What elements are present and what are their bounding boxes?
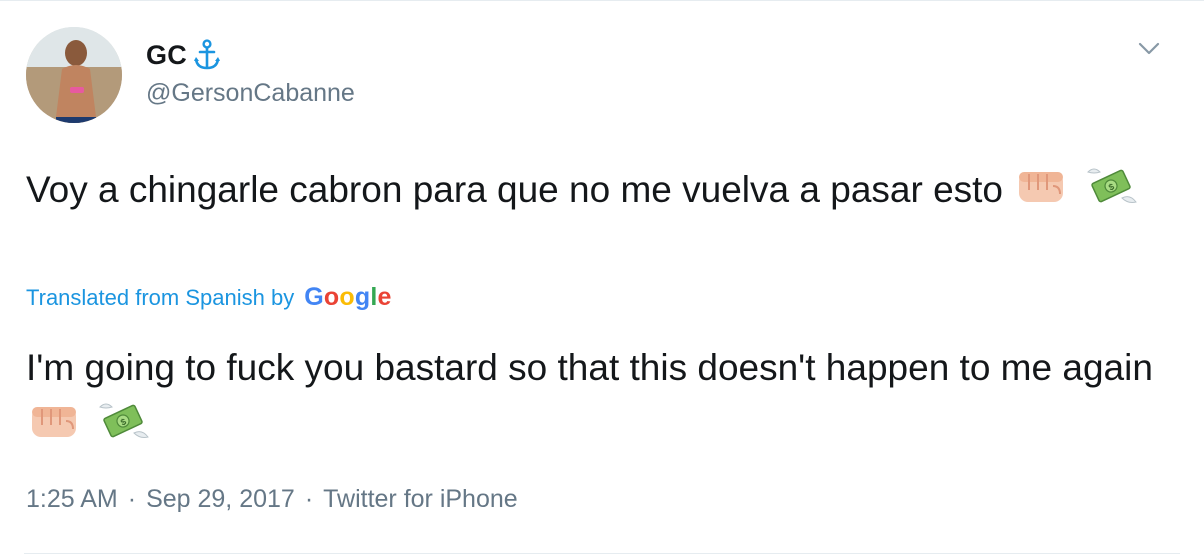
tweet-text: Voy a chingarle cabron para que no me vu… — [26, 161, 1146, 218]
tweet-time[interactable]: 1:25 AM — [26, 485, 118, 514]
display-name[interactable]: GC — [146, 40, 187, 71]
translated-text: I'm going to fuck you bastard so that th… — [26, 339, 1186, 453]
anchor-icon — [193, 39, 221, 71]
translated-body: I'm going to fuck you bastard so that th… — [26, 347, 1153, 388]
tweet-meta: 1:25 AM · Sep 29, 2017 · Twitter for iPh… — [26, 485, 518, 514]
user-name-row[interactable]: GC — [146, 39, 221, 71]
meta-separator: · — [304, 485, 314, 513]
fist-icon — [1013, 164, 1071, 208]
divider — [24, 553, 1180, 554]
tweet-source[interactable]: Twitter for iPhone — [323, 485, 518, 514]
chevron-down-icon[interactable] — [1138, 41, 1160, 57]
tweet-body: Voy a chingarle cabron para que no me vu… — [26, 169, 1004, 210]
avatar[interactable] — [26, 27, 122, 123]
tweet-date[interactable]: Sep 29, 2017 — [146, 485, 295, 514]
translation-label[interactable]: Translated from Spanish by — [26, 285, 294, 311]
user-handle[interactable]: @GersonCabanne — [146, 79, 355, 108]
flying-money-icon: $ — [1082, 164, 1140, 208]
fist-icon — [26, 399, 84, 443]
meta-separator: · — [127, 485, 137, 513]
flying-money-icon: $ — [94, 399, 152, 443]
translation-attribution: Translated from Spanish by Google — [26, 283, 392, 312]
tweet-card: GC @GersonCabanne Voy a chingarle cabron… — [0, 0, 1204, 558]
google-logo: Google — [304, 283, 392, 311]
